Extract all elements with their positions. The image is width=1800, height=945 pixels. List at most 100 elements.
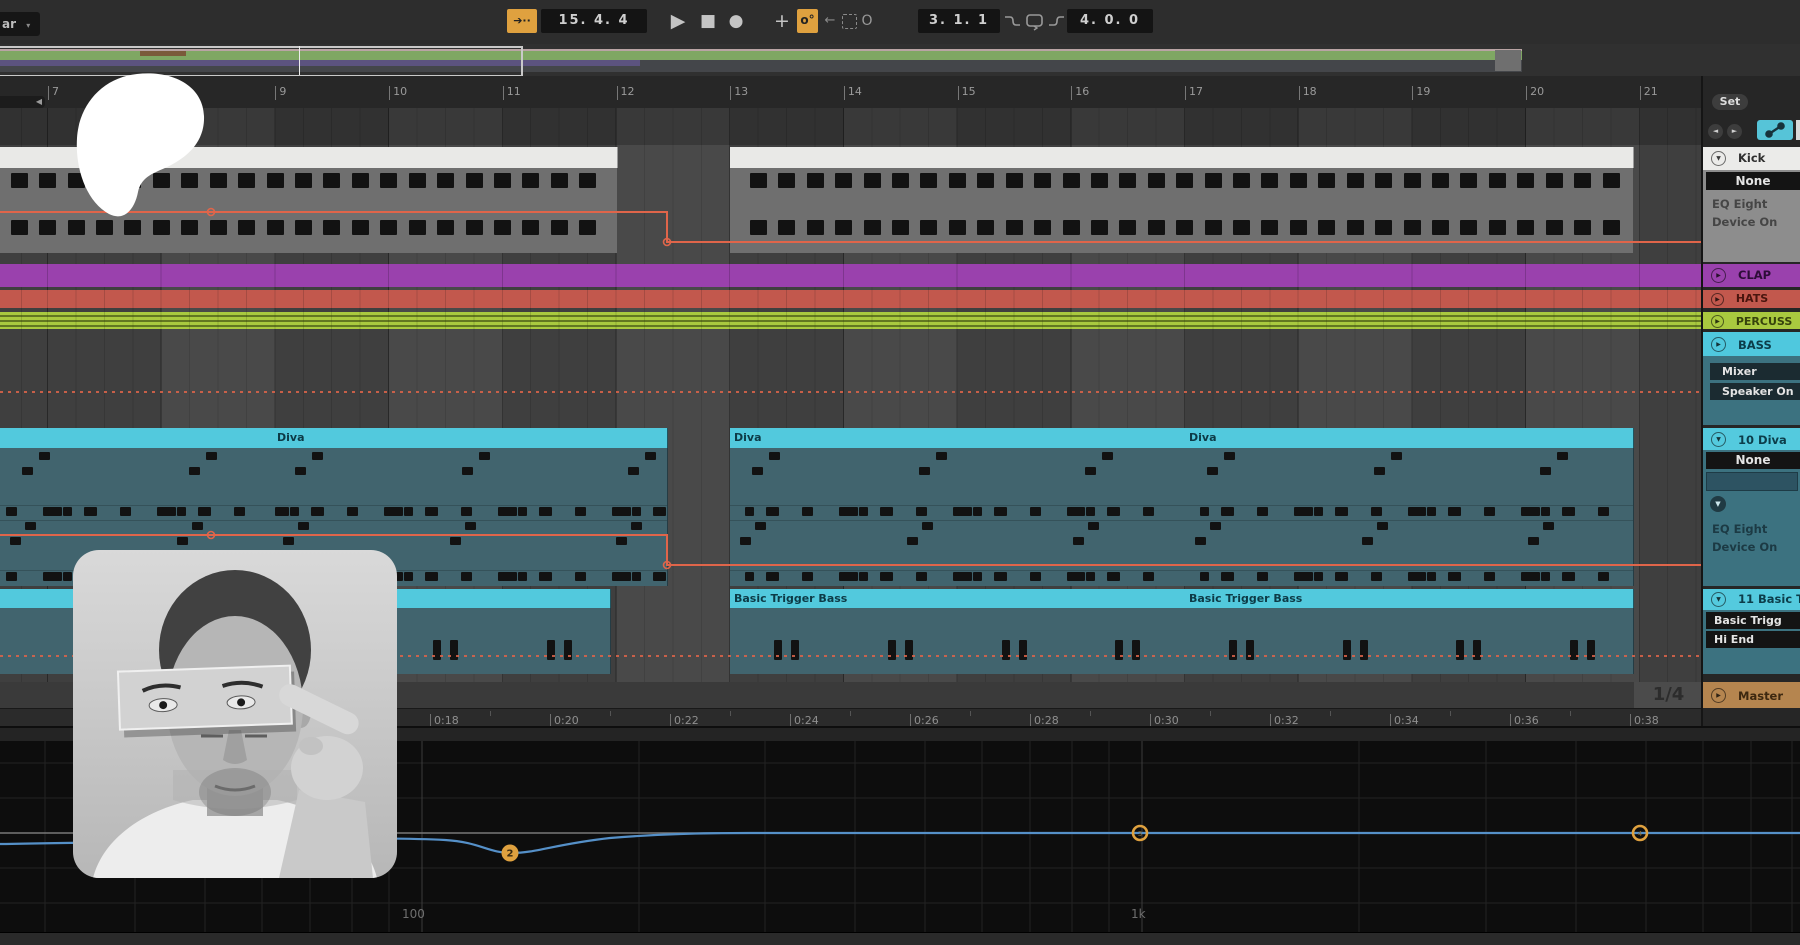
bar-number: 7 — [48, 86, 59, 100]
bar-number: 11 — [503, 86, 521, 100]
track-name: Master — [1738, 689, 1783, 703]
follow-button[interactable]: ➔·· — [507, 9, 537, 33]
overview-band-gray — [1495, 50, 1521, 71]
next-marker-button[interactable]: ► — [1727, 124, 1742, 139]
track-header-hats[interactable]: ▶ HATS — [1703, 290, 1800, 308]
track-header-bass[interactable]: ▶ BASS — [1703, 332, 1800, 356]
eq-frequency-label: 100 — [402, 907, 425, 921]
punch-out-icon[interactable] — [1047, 9, 1066, 33]
eq-band-number: 3 — [1138, 830, 1142, 838]
fold-icon[interactable]: ▶ — [1711, 293, 1724, 306]
minor-tick — [850, 711, 851, 716]
fold-icon[interactable]: ▶ — [1711, 268, 1726, 283]
track-header-diva[interactable]: ▼ 10 Diva — [1703, 428, 1800, 450]
percuss-track-lane[interactable] — [0, 312, 1703, 329]
play-button[interactable]: ▶ — [665, 8, 691, 34]
ableton-live-window: ar ▾ ➔·· 15. 4. 4 ▶ ■ ● + o° ← O 3. 1. 1… — [0, 0, 1800, 945]
diva-device-on[interactable]: Device On — [1712, 540, 1777, 554]
fold-icon[interactable]: ▶ — [1711, 315, 1724, 328]
track-header-basic[interactable]: ▼ 11 Basic T — [1703, 589, 1800, 610]
track-name: Kick — [1738, 151, 1765, 165]
bar-number: 19 — [1412, 86, 1430, 100]
kick-device-on[interactable]: Device On — [1712, 215, 1777, 229]
grid-menu-label: ar — [2, 17, 16, 31]
track-header-clap[interactable]: ▶ CLAP — [1703, 264, 1800, 287]
bass-lane-mixer[interactable]: Mixer — [1710, 363, 1800, 380]
grid-size-label: 1/4 — [1634, 682, 1703, 708]
sidebar-edge-button[interactable] — [1796, 120, 1800, 140]
bar-number: 17 — [1185, 86, 1203, 100]
stop-button[interactable]: ■ — [696, 8, 720, 34]
webcam-portrait-overlay — [73, 550, 397, 878]
overview-playhead — [299, 46, 300, 75]
bar-number: 10 — [389, 86, 407, 100]
loop-switch-icon[interactable] — [1024, 9, 1045, 33]
track-name: HATS — [1736, 292, 1768, 305]
diva-input-chooser[interactable]: None — [1706, 452, 1800, 469]
back-to-arrangement-button[interactable]: ← — [821, 8, 839, 34]
diva-freeze-button[interactable]: ▼ — [1710, 496, 1726, 512]
bar-number: 12 — [617, 86, 635, 100]
diva-empty-chooser[interactable] — [1706, 472, 1798, 491]
track-header-master[interactable]: ▶ Master — [1703, 682, 1800, 708]
loop-start-display[interactable]: 3. 1. 1 — [918, 9, 1000, 33]
draw-mode-button[interactable]: O — [858, 8, 876, 34]
clap-track-lane[interactable] — [0, 264, 1703, 287]
set-button[interactable]: Set — [1712, 94, 1748, 110]
bar-number: 18 — [1299, 86, 1317, 100]
scrub-area[interactable] — [0, 108, 1703, 145]
fold-icon[interactable]: ▼ — [1711, 432, 1726, 447]
transport-bar: ar ▾ ➔·· 15. 4. 4 ▶ ■ ● + o° ← O 3. 1. 1… — [0, 0, 1800, 45]
minor-tick — [1090, 711, 1091, 716]
chevron-down-icon: ▾ — [26, 21, 30, 30]
link-toggle-button[interactable] — [1757, 120, 1793, 140]
track-header-percuss[interactable]: ▶ PERCUSS — [1703, 312, 1800, 329]
bottom-status-strip — [0, 932, 1800, 945]
prev-marker-button[interactable]: ◄ — [1708, 124, 1723, 139]
punch-region-icon[interactable] — [842, 14, 857, 29]
grid-menu[interactable]: ar ▾ — [0, 12, 40, 36]
track-name: PERCUSS — [1736, 315, 1792, 328]
basic-lane-hi-end[interactable]: Hi End — [1706, 631, 1800, 648]
minor-tick — [490, 711, 491, 716]
punch-in-icon[interactable] — [1003, 9, 1022, 33]
loop-length-display[interactable]: 4. 0. 0 — [1067, 9, 1153, 33]
bar-number: 13 — [730, 86, 748, 100]
fold-icon[interactable]: ▶ — [1711, 688, 1726, 703]
photo-strip — [118, 666, 296, 738]
arrangement-position-display[interactable]: 15. 4. 4 — [541, 9, 647, 33]
diva-device-eq-eight[interactable]: EQ Eight — [1712, 522, 1767, 536]
record-button[interactable]: ● — [724, 8, 748, 34]
track-name: BASS — [1738, 338, 1772, 352]
bar-number: 20 — [1526, 86, 1544, 100]
ruler-scroll-handle[interactable]: ◀ — [0, 96, 45, 108]
fold-icon[interactable]: ▶ — [1711, 337, 1726, 352]
kick-device-eq-eight[interactable]: EQ Eight — [1712, 197, 1767, 211]
basic-lane-trigger[interactable]: Basic Trigg — [1706, 612, 1800, 629]
fold-icon[interactable]: ▼ — [1711, 592, 1726, 607]
hats-track-lane[interactable] — [0, 290, 1703, 308]
midi-overdub-button[interactable]: o° — [797, 9, 818, 33]
track-name: CLAP — [1738, 268, 1771, 282]
minor-tick — [1210, 711, 1211, 716]
track-name: 10 Diva — [1738, 433, 1787, 447]
bar-number: 15 — [958, 86, 976, 100]
fold-icon[interactable]: ▼ — [1711, 151, 1726, 166]
eq-band-number: 4 — [1638, 830, 1643, 838]
kick-input-chooser[interactable]: None — [1706, 172, 1800, 190]
minor-tick — [1330, 711, 1331, 716]
add-locator-button[interactable]: + — [772, 7, 792, 35]
beat-time-ruler[interactable]: 789101112131415161718192021 — [0, 76, 1800, 109]
white-blob-overlay — [75, 72, 207, 218]
track-header-kick[interactable]: ▼ Kick — [1703, 147, 1800, 170]
bar-number: 21 — [1640, 86, 1658, 100]
minor-tick — [610, 711, 611, 716]
minor-tick — [1450, 711, 1451, 716]
eq-band-number: 2 — [507, 849, 514, 860]
bass-lane-speaker-on[interactable]: Speaker On — [1710, 383, 1800, 400]
link-icon — [1757, 120, 1793, 140]
minor-tick — [970, 711, 971, 716]
bar-number: 9 — [275, 86, 286, 100]
bar-number: 14 — [844, 86, 862, 100]
arrangement-overview[interactable] — [0, 44, 1800, 76]
